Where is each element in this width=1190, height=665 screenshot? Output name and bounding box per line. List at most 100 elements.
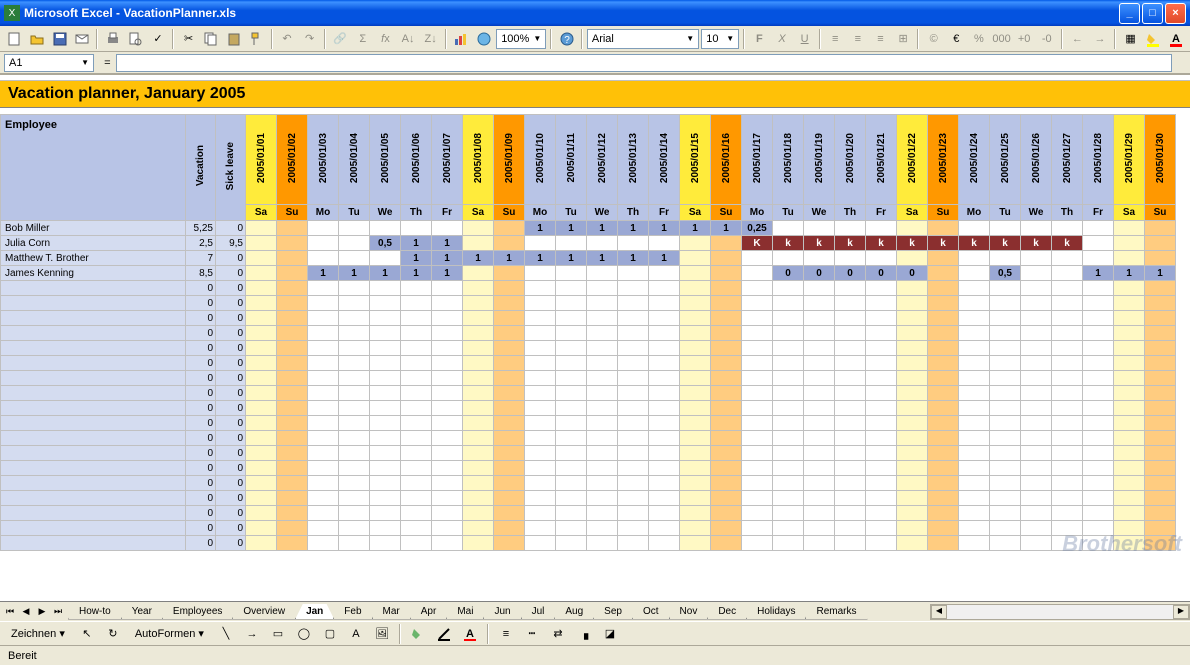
day-cell[interactable] xyxy=(1052,251,1083,266)
day-cell[interactable] xyxy=(370,251,401,266)
day-cell[interactable] xyxy=(773,371,804,386)
day-cell[interactable] xyxy=(804,536,835,551)
employee-name[interactable] xyxy=(1,326,186,341)
day-cell[interactable] xyxy=(959,491,990,506)
empty-row[interactable]: 00 xyxy=(1,431,1176,446)
day-cell[interactable] xyxy=(742,461,773,476)
sick-total[interactable]: 0 xyxy=(216,221,246,236)
day-cell[interactable] xyxy=(804,491,835,506)
day-cell[interactable] xyxy=(339,251,370,266)
sick-total[interactable]: 0 xyxy=(216,431,246,446)
day-cell[interactable] xyxy=(990,356,1021,371)
day-cell[interactable] xyxy=(1145,326,1176,341)
day-cell[interactable] xyxy=(277,371,308,386)
day-cell[interactable] xyxy=(897,431,928,446)
day-cell[interactable] xyxy=(959,266,990,281)
day-cell[interactable] xyxy=(959,356,990,371)
day-cell[interactable] xyxy=(339,221,370,236)
line-icon[interactable]: ╲ xyxy=(215,623,237,645)
vacation-total[interactable]: 0 xyxy=(186,446,216,461)
day-cell[interactable] xyxy=(525,461,556,476)
bold-icon[interactable]: F xyxy=(749,28,770,50)
day-cell[interactable] xyxy=(339,371,370,386)
day-cell[interactable] xyxy=(649,356,680,371)
day-cell[interactable] xyxy=(401,536,432,551)
day-cell[interactable] xyxy=(680,341,711,356)
day-cell[interactable]: k xyxy=(897,236,928,251)
day-cell[interactable]: 1 xyxy=(339,266,370,281)
day-cell[interactable] xyxy=(587,296,618,311)
day-cell[interactable] xyxy=(1052,341,1083,356)
day-cell[interactable] xyxy=(804,311,835,326)
day-cell[interactable] xyxy=(804,371,835,386)
sheet-tab-jul[interactable]: Jul xyxy=(521,604,556,620)
day-cell[interactable] xyxy=(587,476,618,491)
day-cell[interactable] xyxy=(494,236,525,251)
day-cell[interactable] xyxy=(897,341,928,356)
day-cell[interactable] xyxy=(463,446,494,461)
day-cell[interactable] xyxy=(618,281,649,296)
day-cell[interactable] xyxy=(339,446,370,461)
day-cell[interactable] xyxy=(990,521,1021,536)
help-icon[interactable]: ? xyxy=(556,28,577,50)
day-cell[interactable] xyxy=(525,446,556,461)
employee-name[interactable]: James Kenning xyxy=(1,266,186,281)
day-cell[interactable] xyxy=(494,296,525,311)
day-cell[interactable] xyxy=(1083,386,1114,401)
day-cell[interactable] xyxy=(432,326,463,341)
empty-row[interactable]: 00 xyxy=(1,296,1176,311)
day-cell[interactable] xyxy=(277,281,308,296)
day-cell[interactable] xyxy=(804,281,835,296)
day-cell[interactable] xyxy=(525,296,556,311)
employee-name[interactable] xyxy=(1,401,186,416)
day-cell[interactable] xyxy=(959,386,990,401)
day-cell[interactable] xyxy=(804,461,835,476)
day-cell[interactable] xyxy=(494,266,525,281)
day-cell[interactable] xyxy=(990,311,1021,326)
day-cell[interactable] xyxy=(1114,521,1145,536)
sheet-tab-nov[interactable]: Nov xyxy=(669,604,709,620)
day-cell[interactable] xyxy=(246,536,277,551)
day-cell[interactable] xyxy=(339,506,370,521)
merge-icon[interactable]: ⊞ xyxy=(893,28,914,50)
day-cell[interactable] xyxy=(1114,401,1145,416)
day-cell[interactable] xyxy=(742,416,773,431)
day-cell[interactable] xyxy=(308,326,339,341)
day-cell[interactable] xyxy=(1052,491,1083,506)
day-cell[interactable] xyxy=(556,281,587,296)
day-cell[interactable]: 1 xyxy=(432,266,463,281)
clipart-icon[interactable]: 🖼 xyxy=(371,623,393,645)
day-cell[interactable] xyxy=(928,521,959,536)
day-cell[interactable] xyxy=(866,371,897,386)
day-cell[interactable]: 1 xyxy=(525,251,556,266)
day-cell[interactable] xyxy=(742,506,773,521)
day-cell[interactable] xyxy=(804,401,835,416)
day-cell[interactable] xyxy=(866,356,897,371)
sick-total[interactable]: 0 xyxy=(216,401,246,416)
day-cell[interactable] xyxy=(308,281,339,296)
day-cell[interactable] xyxy=(959,221,990,236)
day-cell[interactable] xyxy=(897,221,928,236)
day-cell[interactable] xyxy=(1083,251,1114,266)
day-cell[interactable] xyxy=(401,431,432,446)
day-cell[interactable] xyxy=(587,236,618,251)
day-cell[interactable] xyxy=(1114,371,1145,386)
day-cell[interactable]: k xyxy=(835,236,866,251)
day-cell[interactable] xyxy=(277,446,308,461)
day-cell[interactable] xyxy=(308,431,339,446)
day-cell[interactable] xyxy=(587,356,618,371)
day-cell[interactable] xyxy=(649,476,680,491)
day-cell[interactable] xyxy=(773,296,804,311)
vacation-total[interactable]: 0 xyxy=(186,326,216,341)
vacation-total[interactable]: 0 xyxy=(186,521,216,536)
day-cell[interactable] xyxy=(680,356,711,371)
day-cell[interactable] xyxy=(804,356,835,371)
day-cell[interactable] xyxy=(866,326,897,341)
day-cell[interactable] xyxy=(370,521,401,536)
employee-name[interactable] xyxy=(1,356,186,371)
day-cell[interactable]: 0,25 xyxy=(742,221,773,236)
day-cell[interactable] xyxy=(370,506,401,521)
day-cell[interactable] xyxy=(711,476,742,491)
day-cell[interactable] xyxy=(866,251,897,266)
day-cell[interactable] xyxy=(556,401,587,416)
